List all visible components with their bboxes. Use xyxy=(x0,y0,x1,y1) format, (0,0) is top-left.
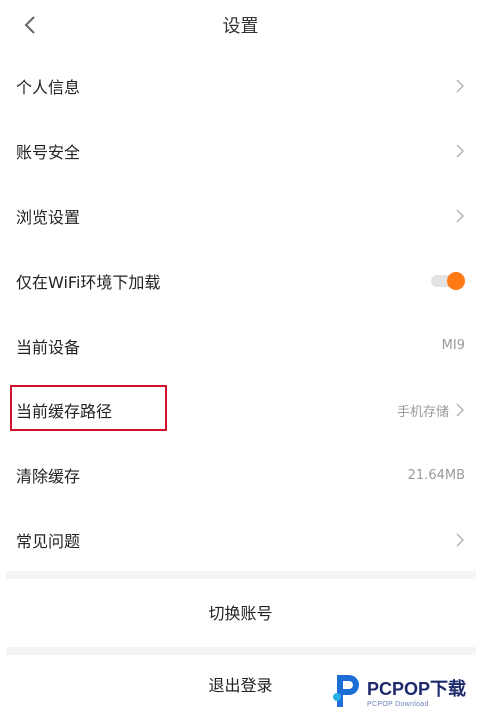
section-divider xyxy=(6,647,476,655)
settings-item-current-device: 当前设备 MI9 xyxy=(0,313,481,378)
item-right xyxy=(431,271,465,290)
item-label: 仅在WiFi环境下加载 xyxy=(16,272,161,292)
settings-item-account-security[interactable]: 账号安全 xyxy=(0,119,481,184)
settings-item-personal-info[interactable]: 个人信息 xyxy=(0,54,481,119)
item-label: 当前缓存路径 xyxy=(16,402,113,422)
section-divider xyxy=(6,571,476,579)
item-right xyxy=(455,533,465,547)
settings-item-browse-settings[interactable]: 浏览设置 xyxy=(0,184,481,249)
page-title: 设置 xyxy=(222,16,259,37)
item-value: 手机存储 xyxy=(396,404,449,420)
settings-item-clear-cache[interactable]: 清除缓存 21.64MB xyxy=(0,443,481,508)
chevron-right-icon xyxy=(456,533,465,547)
item-right: 手机存储 xyxy=(397,401,465,420)
item-right: 21.64MB xyxy=(408,468,465,483)
pcpop-logo-icon xyxy=(333,675,359,707)
toggle-knob xyxy=(447,271,465,290)
watermark-text: PCPOP下载 PCPOP Download xyxy=(367,675,466,708)
chevron-right-icon xyxy=(456,144,465,158)
item-label: 个人信息 xyxy=(16,78,81,98)
item-right xyxy=(455,209,465,223)
watermark: PCPOP下载 PCPOP Download xyxy=(329,666,475,716)
watermark-sub: PCPOP Download xyxy=(367,700,429,708)
chevron-right-icon xyxy=(456,79,465,93)
chevron-right-icon xyxy=(456,403,465,417)
settings-item-wifi-only: 仅在WiFi环境下加载 xyxy=(0,248,481,313)
switch-account-button[interactable]: 切换账号 xyxy=(0,600,481,624)
item-label: 账号安全 xyxy=(16,143,81,163)
item-right: MI9 xyxy=(442,338,465,353)
wifi-only-toggle[interactable] xyxy=(431,271,465,290)
item-right xyxy=(455,144,465,158)
watermark-main: PCPOP下载 xyxy=(367,678,467,699)
chevron-right-icon xyxy=(456,209,465,223)
settings-list: 个人信息 账号安全 浏览设置 仅在WiFi环境下加载 当前设备 MI9 当前缓存… xyxy=(0,54,481,572)
item-label: 清除缓存 xyxy=(16,467,81,487)
item-label: 当前设备 xyxy=(16,337,81,357)
item-right xyxy=(455,79,465,93)
item-label: 常见问题 xyxy=(16,531,81,551)
item-value: 21.64MB xyxy=(407,467,465,483)
settings-item-faq[interactable]: 常见问题 xyxy=(0,508,481,573)
item-value: MI9 xyxy=(441,338,465,354)
item-label: 浏览设置 xyxy=(16,207,81,227)
settings-item-cache-path[interactable]: 当前缓存路径 手机存储 xyxy=(0,378,481,443)
header: 设置 xyxy=(0,0,481,50)
